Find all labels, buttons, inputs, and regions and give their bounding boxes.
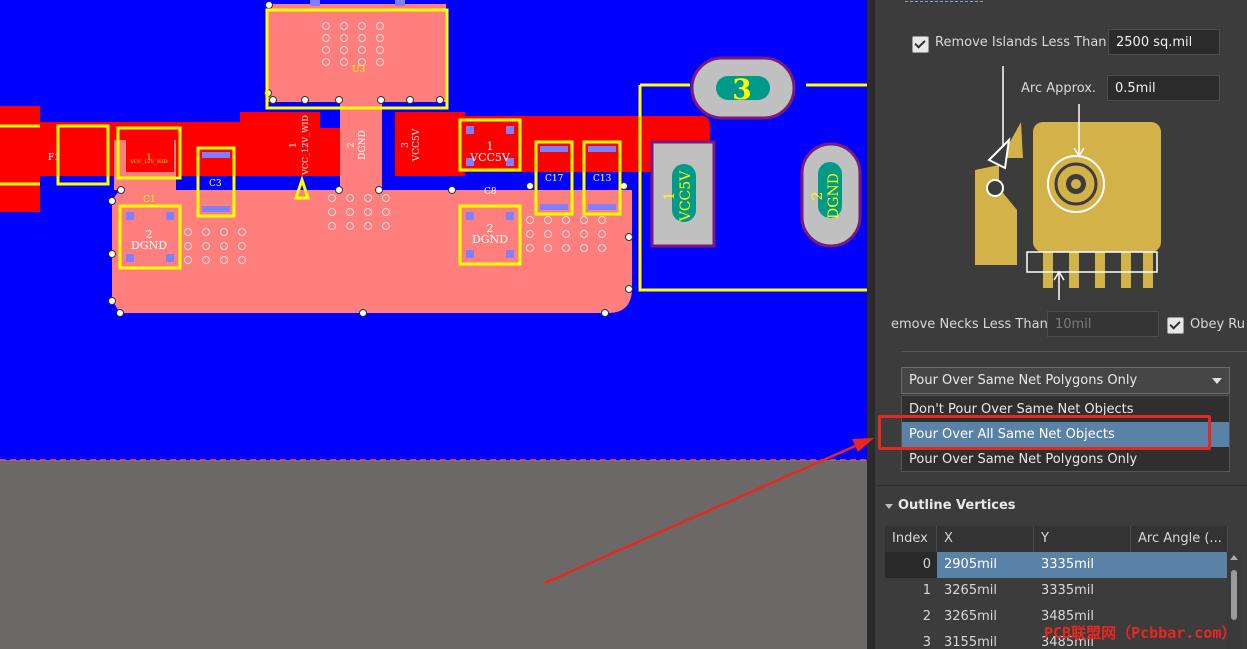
row-x[interactable]: 3155mil [937, 630, 1034, 649]
row-x[interactable]: 3265mil [937, 578, 1034, 604]
column-header-arc-angle[interactable]: Arc Angle (... [1131, 526, 1228, 552]
label-vcc5v-b-pin: 3 [401, 142, 411, 148]
collapse-triangle-icon[interactable] [885, 504, 893, 509]
pour-mode-select[interactable]: Pour Over Same Net Polygons Only [901, 367, 1230, 394]
pcb-canvas[interactable]: 3 VCC5V 1 DGND 2 F1 C1 C3 C8 C17 C13 U3 … [0, 0, 867, 649]
pour-mode-selected: Pour Over Same Net Polygons Only [909, 373, 1138, 388]
scroll-up-icon[interactable] [1230, 555, 1238, 560]
row-index: 2 [922, 609, 931, 624]
table-row[interactable]: 0 2905mil 3335mil [885, 552, 1227, 578]
label-dgnd-mid: DGND [358, 130, 368, 160]
label-c8: C8 [484, 187, 497, 197]
pour-option-all-same-net[interactable]: Pour Over All Same Net Objects [902, 422, 1229, 447]
label-u3: U3 [352, 65, 366, 75]
column-header-y[interactable]: Y [1034, 526, 1131, 552]
label-vcc12v: VCC_12V_WID [301, 115, 310, 176]
label-vcc5v-b: VCC5V [412, 128, 422, 162]
column-header-x[interactable]: X [937, 526, 1034, 552]
remove-islands-field[interactable]: 2500 sq.mil [1108, 29, 1220, 55]
label-c17: C17 [545, 174, 564, 184]
label-vcc5v-a: VCC5V [469, 151, 511, 164]
pour-option-polygons-only[interactable]: Pour Over Same Net Polygons Only [902, 447, 1229, 472]
remove-islands-checkbox[interactable] [912, 36, 929, 53]
pad-vcc5v-pin: 1 [662, 192, 678, 201]
remove-islands-label: Remove Islands Less Than [935, 35, 1107, 50]
obey-rules-checkbox[interactable] [1167, 317, 1184, 334]
column-header-index[interactable]: Index [885, 526, 937, 552]
label-dgnd-c8: DGND [472, 233, 508, 246]
pour-mode-dropdown: Don't Pour Over Same Net Objects Pour Ov… [901, 395, 1230, 472]
row-index: 3 [922, 635, 931, 649]
panel-divider[interactable] [867, 0, 875, 649]
label-pad-a-net: VCC_12V_WID [129, 159, 167, 165]
table-row[interactable]: 1 3265mil 3335mil [885, 578, 1227, 604]
obey-rules-label: Obey Ru [1190, 317, 1245, 332]
remove-necks-field[interactable]: 10mil [1047, 311, 1159, 337]
label-c1: C1 [143, 195, 156, 205]
pad-dgnd-label: DGND [826, 173, 842, 219]
chevron-down-icon[interactable] [1212, 378, 1222, 384]
properties-panel: Remove Islands Less Than 2500 sq.mil Arc… [875, 0, 1247, 649]
watermark: PCB联盟网（Pcbbar.com） [1044, 624, 1237, 642]
row-x[interactable]: 2905mil [937, 552, 1034, 578]
section-separator [875, 485, 1247, 486]
pour-option-dont-pour[interactable]: Don't Pour Over Same Net Objects [902, 397, 1229, 422]
separator [901, 351, 1247, 352]
label-dgnd-mid-pin: 2 [347, 142, 357, 148]
pad-vcc5v-label: VCC5V [678, 170, 694, 222]
label-f1: F1 [48, 153, 60, 163]
row-y[interactable]: 3335mil [1034, 552, 1227, 578]
label-dgnd-c1: DGND [131, 239, 167, 252]
pad-dgnd-pin: 2 [810, 192, 826, 201]
pin-3-label: 3 [732, 73, 751, 106]
label-c3: C3 [209, 179, 222, 189]
label-vcc12v-pin: 1 [289, 142, 299, 148]
label-c13: C13 [593, 174, 612, 184]
row-index: 1 [922, 583, 931, 598]
row-y[interactable]: 3335mil [1034, 578, 1131, 604]
outline-vertices-title[interactable]: Outline Vertices [898, 498, 1016, 513]
scroll-thumb[interactable] [1231, 570, 1237, 620]
remove-necks-label: emove Necks Less Than [891, 317, 1048, 332]
section-underline [905, 1, 983, 2]
row-index: 0 [922, 557, 931, 572]
row-x[interactable]: 3265mil [937, 604, 1034, 630]
polygon-settings-diagram [975, 66, 1161, 300]
